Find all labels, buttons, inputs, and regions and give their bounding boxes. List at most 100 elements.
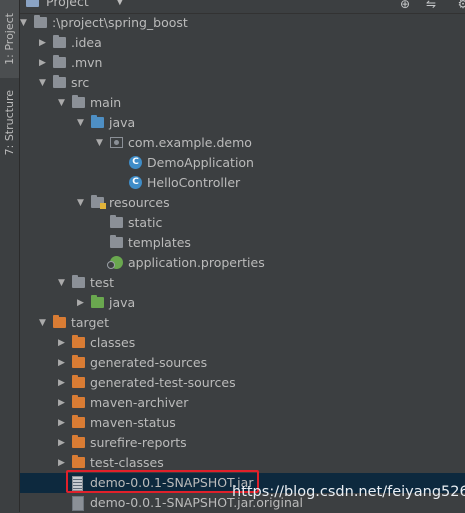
resources-folder-icon — [91, 195, 106, 209]
tree-row[interactable]: templates — [20, 233, 465, 253]
watermark: https://blog.csdn.net/feiyang5260 — [232, 484, 465, 500]
tree-row-label: static — [128, 215, 163, 230]
class-icon: C — [129, 156, 142, 169]
folder-icon — [53, 35, 66, 48]
tree-row-label: generated-sources — [90, 355, 208, 370]
tree-row[interactable]: C HelloController — [20, 173, 465, 193]
tree-row-label: HelloController — [147, 175, 241, 190]
expanded-arrow-icon[interactable]: ▼ — [39, 313, 49, 333]
folder-icon — [53, 75, 66, 88]
tree-row[interactable]: ▼ target — [20, 313, 465, 333]
gear-icon[interactable]: ⚙ — [456, 0, 465, 11]
tree-row[interactable]: ▶ surefire-reports — [20, 433, 465, 453]
tree-row[interactable]: ▼ java — [20, 113, 465, 133]
tab-project-label: 1: Project — [3, 13, 16, 65]
collapsed-arrow-icon[interactable]: ▶ — [58, 413, 68, 433]
excluded-folder-icon — [53, 315, 66, 328]
tree-row-label: resources — [109, 195, 170, 210]
project-icon — [26, 0, 39, 7]
project-title: Project — [46, 0, 89, 9]
tree-row[interactable]: ▶ generated-test-sources — [20, 373, 465, 393]
excluded-folder-icon — [72, 395, 85, 408]
tree-row[interactable]: ▶ maven-archiver — [20, 393, 465, 413]
tree-row-label: templates — [128, 235, 191, 250]
expanded-arrow-icon[interactable]: ▼ — [58, 273, 68, 293]
triangle-down-icon[interactable]: ▼ — [116, 0, 124, 7]
expanded-arrow-icon[interactable]: ▼ — [96, 133, 106, 153]
folder-icon — [110, 215, 123, 228]
excluded-folder-icon — [72, 375, 85, 388]
excluded-folder-icon — [72, 435, 85, 448]
tab-structure[interactable]: 7: Structure — [0, 82, 19, 164]
tab-project[interactable]: 1: Project — [0, 0, 19, 78]
collapsed-arrow-icon[interactable]: ▶ — [58, 353, 68, 373]
tree-row-label: test-classes — [90, 455, 164, 470]
tree-row[interactable]: ▶ generated-sources — [20, 353, 465, 373]
file-icon — [72, 496, 84, 511]
tree-row-label: application.properties — [128, 255, 265, 270]
expanded-arrow-icon[interactable]: ▼ — [20, 13, 30, 33]
project-tree: ▼:\project\spring_boost ▶ .idea ▶ .mvn ▼ src ▼ m… — [20, 14, 465, 512]
jar-file-icon — [72, 476, 83, 491]
tree-row[interactable]: ▼ com.example.demo — [20, 133, 465, 153]
folder-icon — [110, 235, 123, 248]
tree-row-label: generated-test-sources — [90, 375, 236, 390]
expanded-arrow-icon[interactable]: ▼ — [77, 113, 87, 133]
tree-row-label: src — [71, 75, 90, 90]
tree-row-label: .idea — [71, 35, 102, 50]
collapsed-arrow-icon[interactable]: ▶ — [58, 373, 68, 393]
tree-row-label: java — [109, 115, 136, 130]
tree-row-label: java — [109, 295, 136, 310]
folder-icon — [53, 55, 66, 68]
excluded-folder-icon — [72, 415, 85, 428]
collapsed-arrow-icon[interactable]: ▶ — [58, 433, 68, 453]
tree-row-label: maven-status — [90, 415, 176, 430]
tree-row-label: DemoApplication — [147, 155, 254, 170]
tree-row[interactable]: ▶ java — [20, 293, 465, 313]
tree-row[interactable]: ▼ test — [20, 273, 465, 293]
collapsed-arrow-icon[interactable]: ▶ — [77, 293, 87, 313]
tree-row[interactable]: ▶ .mvn — [20, 53, 465, 73]
project-header: Project ▼ ⊕ ⇋ ⚙ — [20, 0, 465, 14]
tab-structure-label: 7: Structure — [3, 90, 16, 156]
tree-row[interactable]: ▼ src — [20, 73, 465, 93]
tree-row-label: .mvn — [71, 55, 103, 70]
expanded-arrow-icon[interactable]: ▼ — [77, 193, 87, 213]
collapsed-arrow-icon[interactable]: ▶ — [58, 333, 68, 353]
collapsed-arrow-icon[interactable]: ▶ — [58, 393, 68, 413]
properties-file-icon — [107, 256, 123, 269]
tree-row[interactable]: C DemoApplication — [20, 153, 465, 173]
collapsed-arrow-icon[interactable]: ▶ — [39, 33, 49, 53]
excluded-folder-icon — [72, 455, 85, 468]
package-icon — [110, 137, 123, 148]
collapsed-arrow-icon[interactable]: ▶ — [39, 53, 49, 73]
folder-icon — [72, 95, 85, 108]
tree-row-label: classes — [90, 335, 136, 350]
tree-row-label: test — [90, 275, 115, 290]
tree-row[interactable]: application.properties — [20, 253, 465, 273]
tree-row-label: maven-archiver — [90, 395, 189, 410]
locate-target-icon[interactable]: ⊕ — [398, 0, 412, 11]
collapsed-arrow-icon[interactable]: ▶ — [58, 453, 68, 473]
tree-row[interactable]: ▶ classes — [20, 333, 465, 353]
tree-row[interactable]: static — [20, 213, 465, 233]
tree-row[interactable]: ▶ maven-status — [20, 413, 465, 433]
tree-row-label: :\project\spring_boost — [52, 15, 188, 30]
tree-row[interactable]: ▶ .idea — [20, 33, 465, 53]
tree-row[interactable]: ▶ test-classes — [20, 453, 465, 473]
expanded-arrow-icon[interactable]: ▼ — [39, 73, 49, 93]
test-source-folder-icon — [91, 295, 104, 308]
expanded-arrow-icon[interactable]: ▼ — [58, 93, 68, 113]
excluded-folder-icon — [72, 335, 85, 348]
excluded-folder-icon — [72, 355, 85, 368]
tree-row[interactable]: ▼ :\project\spring_boost — [20, 13, 465, 33]
tree-row-label: com.example.demo — [128, 135, 252, 150]
tree-row-label: target — [71, 315, 110, 330]
tree-row[interactable]: ▼ resources — [20, 193, 465, 213]
tree-row[interactable]: ▼ main — [20, 93, 465, 113]
collapse-all-icon[interactable]: ⇋ — [424, 0, 438, 11]
source-folder-icon — [91, 115, 104, 128]
tree-row-label: surefire-reports — [90, 435, 187, 450]
tool-window-strip: 1: Project 7: Structure — [0, 0, 20, 512]
tree-row-label: main — [90, 95, 122, 110]
